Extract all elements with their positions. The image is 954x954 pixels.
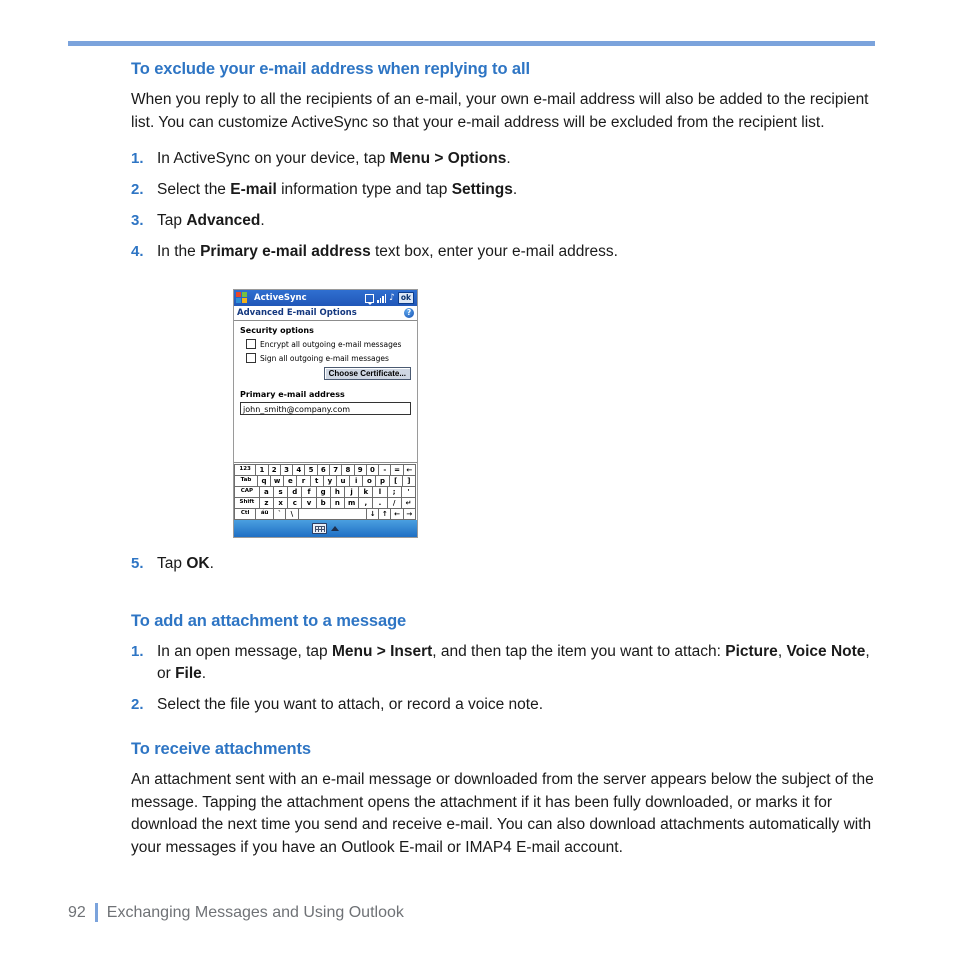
steps-list-add-attachment: 1. In an open message, tap Menu > Insert,… <box>131 641 876 716</box>
keyboard-key[interactable]: ` <box>273 508 287 520</box>
onscreen-keyboard[interactable]: 123 1 2 3 4 5 6 7 8 9 0- = ← Tab q w e r t y u i o p[] CAP a s d f g h… <box>234 462 417 520</box>
document-page: To exclude your e-mail address when repl… <box>0 0 954 954</box>
signal-strength-icon <box>377 293 387 303</box>
primary-email-input[interactable]: john_smith@company.com <box>240 402 411 415</box>
list-item-text: In an open message, tap Menu > Insert, a… <box>157 643 870 682</box>
device-status-icons: ♪ ok <box>365 292 415 305</box>
list-item-number: 3. <box>131 212 144 229</box>
step-five-block: 5. Tap OK. <box>131 553 876 584</box>
steps-list-step5: 5. Tap OK. <box>131 553 876 575</box>
list-item-number: 5. <box>131 555 144 572</box>
device-ok-button[interactable]: ok <box>397 292 414 304</box>
list-item: 2. Select the file you want to attach, or… <box>131 694 876 716</box>
sign-checkbox-label: Sign all outgoing e-mail messages <box>260 353 389 363</box>
keyboard-icon[interactable] <box>312 523 327 534</box>
speaker-volume-icon: ♪ <box>389 292 395 303</box>
keyboard-key[interactable]: áü <box>255 508 275 520</box>
list-item-text: Select the file you want to attach, or r… <box>157 696 543 713</box>
list-item-text: Tap OK. <box>157 555 214 572</box>
choose-certificate-button[interactable]: Choose Certificate... <box>323 367 411 380</box>
steps-list-exclude: 1. In ActiveSync on your device, tap Menu… <box>131 148 876 263</box>
primary-email-label: Primary e-mail address <box>240 390 345 399</box>
section-heading-receive-attachments: To receive attachments <box>131 740 311 758</box>
list-item-number: 2. <box>131 696 144 713</box>
section-heading-add-attachment: To add an attachment to a message <box>131 612 407 630</box>
device-taskbar <box>234 520 417 537</box>
list-item-text: In ActiveSync on your device, tap Menu >… <box>157 150 511 167</box>
keyboard-key[interactable]: ← <box>390 508 404 520</box>
sign-checkbox[interactable] <box>246 353 256 363</box>
list-item-text: Select the E-mail information type and t… <box>157 181 518 198</box>
keyboard-key[interactable]: ↑ <box>378 508 392 520</box>
list-item-number: 2. <box>131 181 144 198</box>
device-title-bar: ActiveSync ♪ ok <box>234 290 417 306</box>
keyboard-row: Ctl áü ` \ ↓ ↑ ← → <box>234 508 416 520</box>
device-page-title: Advanced E-mail Options <box>237 308 357 318</box>
list-item: 4. In the Primary e-mail address text box… <box>131 241 876 263</box>
section-exclude-email: To exclude your e-mail address when repl… <box>131 60 876 272</box>
list-item-number: 4. <box>131 243 144 260</box>
keyboard-key[interactable]: → <box>402 508 416 520</box>
list-item-number: 1. <box>131 643 144 660</box>
sync-icon <box>365 293 375 305</box>
chevron-up-icon[interactable] <box>331 526 339 531</box>
keyboard-row: Shift z x c v b n m,. / ↵ <box>234 497 416 509</box>
choose-certificate-row: Choose Certificate... <box>240 367 411 380</box>
device-subtitle-bar: Advanced E-mail Options ? <box>234 306 417 321</box>
list-item-text: Tap Advanced. <box>157 212 265 229</box>
list-item-number: 1. <box>131 150 144 167</box>
list-item: 3. Tap Advanced. <box>131 210 876 232</box>
windows-flag-icon <box>236 292 249 304</box>
encrypt-checkbox[interactable] <box>246 339 256 349</box>
section-add-attachment: To add an attachment to a message 1. In a… <box>131 612 876 725</box>
section-heading-exclude: To exclude your e-mail address when repl… <box>131 60 530 78</box>
encrypt-checkbox-row[interactable]: Encrypt all outgoing e-mail messages <box>246 339 411 349</box>
help-icon[interactable]: ? <box>404 308 414 318</box>
footer-divider <box>94 903 98 922</box>
keyboard-row: 123 1 2 3 4 5 6 7 8 9 0- = ← <box>234 464 416 476</box>
device-screenshot-figure: ActiveSync ♪ ok Advanced E-mail Options … <box>233 289 418 538</box>
section-paragraph-exclude: When you reply to all the recipients of … <box>131 91 869 131</box>
list-item: 1. In an open message, tap Menu > Insert,… <box>131 641 876 685</box>
page-footer: 92 Exchanging Messages and Using Outlook <box>68 903 404 922</box>
page-number: 92 <box>68 903 86 921</box>
footer-chapter-title: Exchanging Messages and Using Outlook <box>106 903 404 921</box>
section-paragraph-receive: An attachment sent with an e-mail messag… <box>131 771 874 856</box>
list-item-text: In the Primary e-mail address text box, … <box>157 243 618 260</box>
encrypt-checkbox-label: Encrypt all outgoing e-mail messages <box>260 339 402 349</box>
keyboard-row: Tab q w e r t y u i o p[] <box>234 475 416 487</box>
device-app-title: ActiveSync <box>254 293 307 303</box>
top-rule-divider <box>68 41 875 46</box>
keyboard-key[interactable]: ↓ <box>366 508 380 520</box>
security-options-label: Security options <box>240 326 314 335</box>
list-item: 1. In ActiveSync on your device, tap Menu… <box>131 148 876 170</box>
keyboard-row: CAP a s d f g h j k l; ' <box>234 486 416 498</box>
sign-checkbox-row[interactable]: Sign all outgoing e-mail messages <box>246 353 411 363</box>
keyboard-key[interactable] <box>297 508 368 520</box>
keyboard-key[interactable]: \ <box>285 508 299 520</box>
list-item: 5. Tap OK. <box>131 553 876 575</box>
pocketpc-device-screen: ActiveSync ♪ ok Advanced E-mail Options … <box>233 289 418 538</box>
keyboard-key[interactable]: Ctl <box>234 508 257 520</box>
device-body-panel: Security options Encrypt all outgoing e-… <box>234 321 417 455</box>
list-item: 2. Select the E-mail information type and… <box>131 179 876 201</box>
section-receive-attachments: To receive attachments An attachment sen… <box>131 740 876 859</box>
